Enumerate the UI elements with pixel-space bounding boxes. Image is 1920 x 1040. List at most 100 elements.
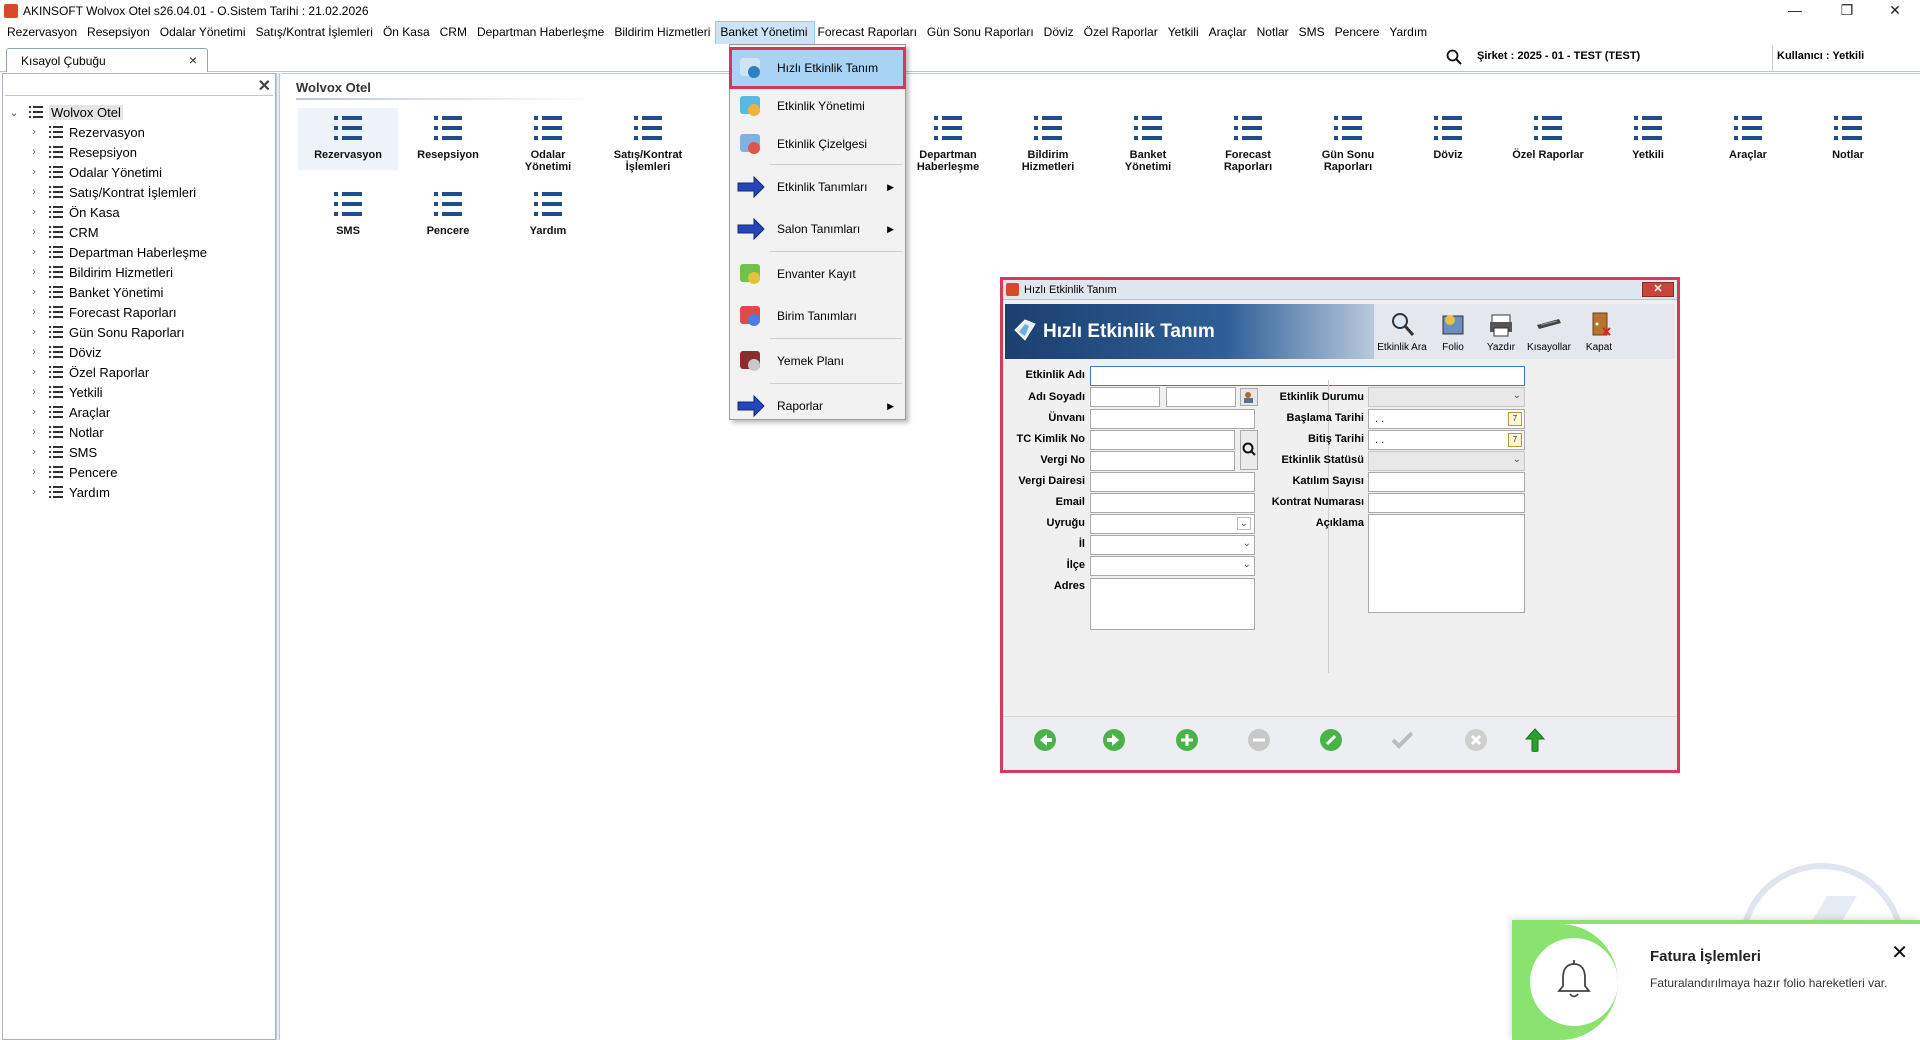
tree-item[interactable]: › Pencere — [27, 462, 117, 482]
tab-shortcut-bar[interactable]: Kısayol Çubuğu × — [6, 48, 208, 72]
search-icon[interactable] — [1240, 430, 1258, 470]
add-icon[interactable] — [1175, 728, 1199, 752]
first-name-input[interactable] — [1090, 387, 1160, 407]
chevron-right-icon[interactable]: › — [27, 126, 41, 138]
shortcut-item[interactable]: Pencere — [398, 184, 498, 246]
tax-office-input[interactable] — [1090, 472, 1255, 492]
dropdown-item-0[interactable]: Hızlı Etkinlik Tanım — [729, 47, 906, 89]
menu-item-0[interactable]: Rezervasyon — [3, 22, 83, 44]
minimize-button[interactable]: — — [1772, 0, 1818, 22]
panel-splitter[interactable] — [276, 73, 280, 1040]
tree-item[interactable]: › Yardım — [27, 482, 110, 502]
menu-item-10[interactable]: Gün Sonu Raporları — [923, 22, 1040, 44]
title-input[interactable] — [1090, 409, 1255, 429]
menu-item-6[interactable]: Departman Haberleşme — [473, 22, 610, 44]
shortcut-item[interactable]: Resepsiyon — [398, 108, 498, 170]
event-name-input[interactable] — [1090, 366, 1525, 386]
tree-item[interactable]: › Departman Haberleşme — [27, 242, 207, 262]
menu-item-8[interactable]: Banket Yönetimi — [715, 21, 815, 45]
menu-item-12[interactable]: Özel Raporlar — [1080, 22, 1164, 44]
chevron-right-icon[interactable]: › — [27, 366, 41, 378]
cancel-icon[interactable] — [1464, 728, 1488, 752]
shortcut-item[interactable]: Notlar — [1798, 108, 1898, 170]
description-textarea[interactable] — [1368, 514, 1525, 613]
calendar-icon[interactable]: 7 — [1508, 433, 1522, 447]
contract-no-input[interactable] — [1368, 493, 1525, 513]
menu-item-16[interactable]: SMS — [1295, 22, 1331, 44]
chevron-right-icon[interactable]: › — [27, 466, 41, 478]
toolbar-button-4[interactable]: Kapat — [1571, 310, 1627, 353]
attendance-input[interactable] — [1368, 472, 1525, 492]
shortcut-item[interactable]: Yetkili — [1598, 108, 1698, 170]
menu-item-2[interactable]: Odalar Yönetimi — [156, 22, 252, 44]
contact-lookup-icon[interactable] — [1240, 388, 1258, 406]
tree-item[interactable]: › Odalar Yönetimi — [27, 162, 162, 182]
tree-item[interactable]: › Banket Yönetimi — [27, 282, 163, 302]
tree-item[interactable]: › Satış/Kontrat İşlemleri — [27, 182, 196, 202]
shortcut-item[interactable]: SMS — [298, 184, 398, 246]
menu-item-14[interactable]: Araçlar — [1205, 22, 1253, 44]
tree-item[interactable]: › Resepsiyon — [27, 142, 137, 162]
nationality-select[interactable]: ⌄ — [1090, 514, 1255, 534]
chevron-right-icon[interactable]: › — [27, 346, 41, 358]
confirm-icon[interactable] — [1390, 728, 1414, 752]
dropdown-item-8[interactable]: Raporlar ▶ — [731, 385, 904, 427]
prev-icon[interactable] — [1033, 728, 1057, 752]
email-field[interactable] — [1090, 493, 1255, 513]
menu-item-17[interactable]: Pencere — [1331, 22, 1386, 44]
address-textarea[interactable] — [1090, 578, 1255, 630]
shortcut-item[interactable]: Bildirim Hizmetleri — [998, 108, 1098, 173]
tc-id-input[interactable] — [1090, 430, 1235, 450]
chevron-right-icon[interactable]: › — [27, 166, 41, 178]
menu-item-1[interactable]: Resepsiyon — [83, 22, 156, 44]
tree-item[interactable]: › Ön Kasa — [27, 202, 119, 222]
chevron-right-icon[interactable]: › — [27, 246, 41, 258]
tree-item[interactable]: › Rezervasyon — [27, 122, 145, 142]
tree-item[interactable]: › CRM — [27, 222, 98, 242]
shortcut-item[interactable]: Rezervasyon — [298, 108, 398, 170]
calendar-icon[interactable]: 7 — [1508, 412, 1522, 426]
dropdown-item-6[interactable]: Birim Tanımları — [731, 295, 904, 337]
close-window-button[interactable]: ✕ — [1872, 0, 1918, 22]
end-date-input[interactable]: . . 7 — [1368, 430, 1525, 450]
shortcut-item[interactable]: Yardım — [498, 184, 598, 246]
menu-item-5[interactable]: CRM — [436, 22, 473, 44]
search-icon[interactable] — [1446, 49, 1462, 65]
shortcut-item[interactable]: Özel Raporlar — [1498, 108, 1598, 170]
menu-item-9[interactable]: Forecast Raporları — [814, 22, 923, 44]
event-status-select[interactable]: ⌄ — [1368, 387, 1525, 407]
remove-icon[interactable] — [1247, 728, 1271, 752]
chevron-right-icon[interactable]: › — [27, 206, 41, 218]
chevron-right-icon[interactable]: › — [27, 426, 41, 438]
toolbar-button-0[interactable]: Etkinlik Ara — [1374, 310, 1430, 353]
last-name-input[interactable] — [1166, 387, 1236, 407]
chevron-right-icon[interactable]: › — [27, 186, 41, 198]
menu-item-13[interactable]: Yetkili — [1164, 22, 1205, 44]
chevron-right-icon[interactable]: › — [27, 306, 41, 318]
restore-button[interactable]: ❐ — [1824, 0, 1870, 22]
chevron-down-icon[interactable]: ⌄ — [7, 106, 21, 119]
tree-item[interactable]: › Gün Sonu Raporları — [27, 322, 184, 342]
tax-no-input[interactable] — [1090, 451, 1235, 471]
chevron-right-icon[interactable]: › — [27, 326, 41, 338]
chevron-right-icon[interactable]: › — [27, 286, 41, 298]
shortcut-item[interactable]: Forecast Raporları — [1198, 108, 1298, 173]
tree-filter-input[interactable] — [5, 76, 273, 96]
panel-close-icon[interactable]: ✕ — [258, 76, 271, 96]
tree-root[interactable]: ⌄ Wolvox Otel — [7, 102, 123, 122]
next-icon[interactable] — [1102, 728, 1126, 752]
shortcut-item[interactable]: Banket Yönetimi — [1098, 108, 1198, 173]
tab-close-icon[interactable]: × — [189, 52, 197, 68]
chevron-right-icon[interactable]: › — [27, 226, 41, 238]
tree-item[interactable]: › Özel Raporlar — [27, 362, 149, 382]
chevron-right-icon[interactable]: › — [27, 406, 41, 418]
chevron-right-icon[interactable]: › — [27, 446, 41, 458]
tree-item[interactable]: › Forecast Raporları — [27, 302, 177, 322]
menu-item-18[interactable]: Yardım — [1385, 22, 1433, 44]
tree-item[interactable]: › Araçlar — [27, 402, 110, 422]
shortcut-item[interactable]: Odalar Yönetimi — [498, 108, 598, 173]
shortcut-item[interactable]: Satış/Kontrat İşlemleri — [598, 108, 698, 173]
chevron-right-icon[interactable]: › — [27, 146, 41, 158]
tree-item[interactable]: › Notlar — [27, 422, 104, 442]
dropdown-item-1[interactable]: Etkinlik Yönetimi — [731, 87, 904, 125]
